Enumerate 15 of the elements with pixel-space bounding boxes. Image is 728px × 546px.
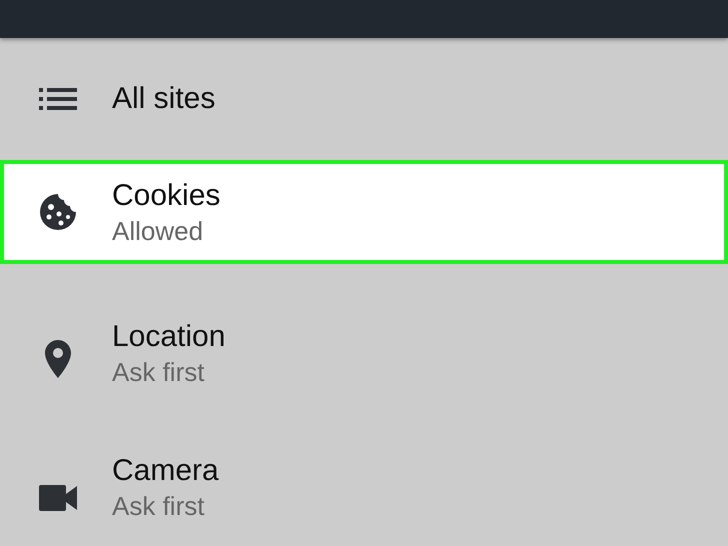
settings-row[interactable]: Location Ask first (0, 264, 728, 402)
cookie-icon (39, 193, 77, 231)
settings-row[interactable]: Camera Ask first (0, 402, 728, 546)
setting-title: Cookies (112, 178, 220, 212)
setting-title: Location (112, 320, 226, 354)
video-camera-icon (39, 485, 77, 511)
settings-row[interactable]: All sites (0, 38, 728, 160)
location-pin-icon (45, 340, 71, 378)
setting-title: All sites (112, 82, 216, 116)
settings-row[interactable]: Cookies Allowed (0, 160, 728, 264)
list-icon (39, 88, 77, 110)
setting-status: Allowed (112, 216, 204, 246)
setting-status: Ask first (112, 357, 206, 387)
setting-title: Camera (112, 454, 219, 488)
setting-status: Ask first (112, 491, 206, 521)
